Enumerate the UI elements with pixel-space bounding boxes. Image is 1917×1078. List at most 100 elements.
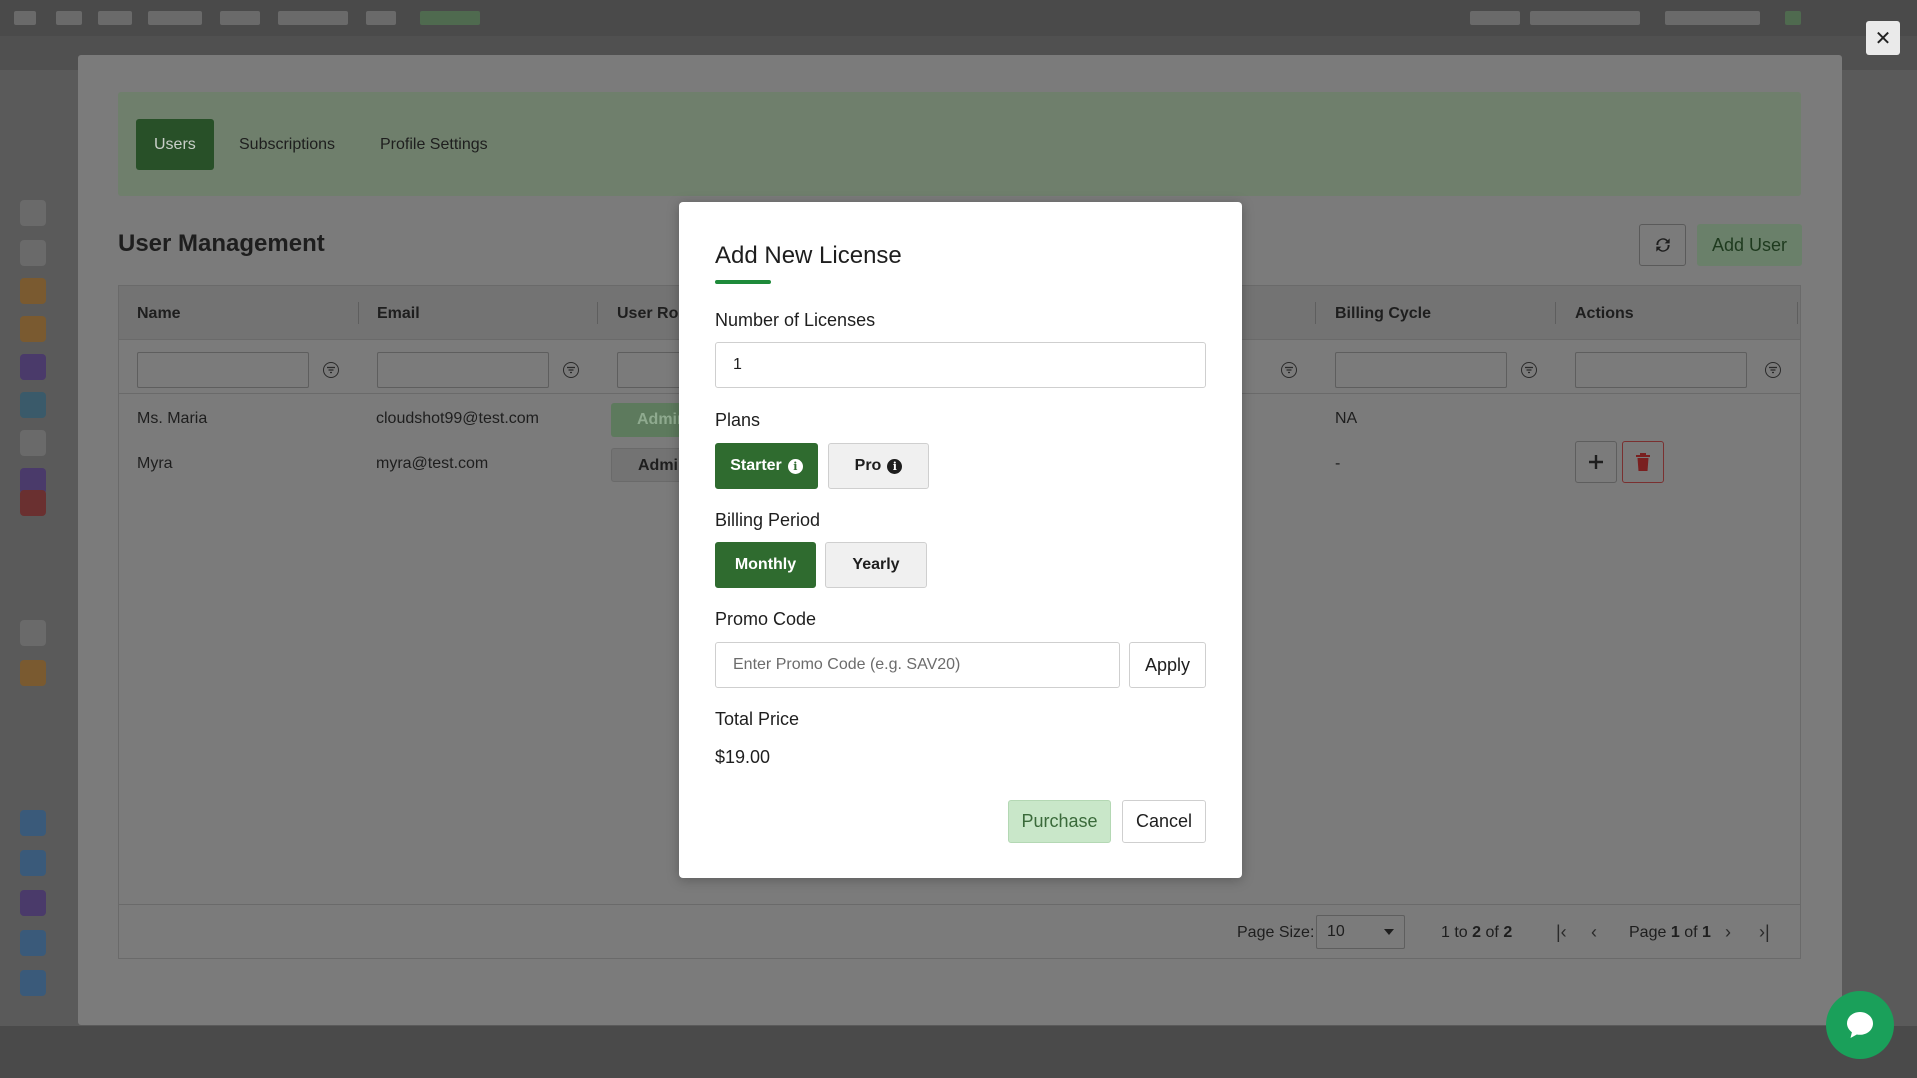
filter-icon[interactable] (1765, 362, 1781, 378)
filter-input-email[interactable] (377, 352, 549, 388)
bg-menu-item (148, 11, 202, 25)
bg-sidebar-tile (20, 316, 46, 342)
last-page-icon[interactable]: ›| (1759, 922, 1770, 943)
bg-menu-item (278, 11, 348, 25)
total-price-value: $19.00 (715, 747, 771, 767)
tab-subscriptions[interactable]: Subscriptions (221, 119, 353, 170)
column-header-actions[interactable]: Actions (1575, 305, 1634, 323)
page-title: User Management (118, 230, 325, 257)
bg-sidebar-tile (20, 660, 46, 686)
chat-bubble-icon (1847, 1012, 1873, 1038)
bg-menu-item (56, 11, 82, 25)
modal-title: Add New License (715, 242, 902, 269)
column-header-name[interactable]: Name (137, 305, 181, 323)
page-size-label: Page Size: (1237, 924, 1315, 941)
caret-down-icon (1384, 929, 1394, 935)
bg-menu-item (1785, 11, 1801, 25)
range-of: of (1485, 924, 1499, 941)
page-indicator: Page 1 of 1 (1629, 924, 1711, 942)
bg-menu-item (1665, 11, 1760, 25)
bg-menu-item (366, 11, 396, 25)
add-user-button[interactable]: Add User (1697, 224, 1802, 266)
range-total: 2 (1503, 924, 1513, 941)
bg-menu-item (1470, 11, 1520, 25)
bg-sidebar-tile (20, 392, 46, 418)
plus-icon (1589, 455, 1603, 469)
page-size-select[interactable]: 10 (1316, 915, 1405, 949)
column-separator (1555, 302, 1556, 324)
tab-users[interactable]: Users (136, 119, 214, 170)
bg-menu-item (14, 11, 36, 25)
bg-sidebar-tile (20, 490, 46, 516)
billing-yearly-button[interactable]: Yearly (825, 542, 927, 588)
plan-starter-label: Starter (730, 457, 782, 474)
page-total: 1 (1701, 924, 1711, 941)
bg-sidebar-tile (20, 970, 46, 996)
filter-icon[interactable] (563, 362, 579, 378)
plan-starter-button[interactable]: Starter i (715, 443, 818, 489)
bg-sidebar-tile (20, 890, 46, 916)
cell-email: cloudshot99@test.com (376, 410, 539, 427)
bg-sidebar-tile (20, 430, 46, 456)
plans-label: Plans (715, 410, 761, 430)
cancel-button[interactable]: Cancel (1122, 800, 1206, 843)
range-start: 1 (1441, 924, 1450, 941)
background-menubar (0, 0, 1917, 36)
column-header-email[interactable]: Email (377, 305, 420, 323)
refresh-icon (1655, 238, 1670, 252)
page-size-value: 10 (1327, 923, 1345, 940)
range-to: to (1454, 924, 1468, 941)
billing-period-label: Billing Period (715, 510, 821, 530)
filter-icon[interactable] (323, 362, 339, 378)
column-separator (358, 302, 359, 324)
column-separator (1315, 302, 1316, 324)
bg-sidebar-tile (20, 620, 46, 646)
filter-icon[interactable] (1281, 362, 1297, 378)
bg-sidebar-tile (20, 850, 46, 876)
promo-code-input[interactable] (715, 642, 1120, 688)
licenses-label: Number of Licenses (715, 310, 876, 330)
add-license-button[interactable] (1575, 441, 1617, 483)
add-license-modal: Add New License Number of Licenses Plans… (679, 202, 1242, 878)
column-header-billing-cycle[interactable]: Billing Cycle (1335, 305, 1431, 323)
chat-widget-button[interactable] (1826, 991, 1894, 1059)
bg-menu-item (420, 11, 480, 25)
column-separator (597, 302, 598, 324)
filter-input-actions[interactable] (1575, 352, 1747, 388)
grid-footer: Page Size: 10 1 to 2 of 2 |‹ ‹ Page 1 of… (119, 904, 1800, 958)
bg-menu-item (220, 11, 260, 25)
filter-icon[interactable] (1521, 362, 1537, 378)
plan-pro-label: Pro (854, 457, 882, 474)
filter-input-billing-cycle[interactable] (1335, 352, 1507, 388)
range-end: 2 (1472, 924, 1482, 941)
first-page-icon[interactable]: |‹ (1556, 922, 1567, 943)
plan-pro-button[interactable]: Pro i (828, 443, 929, 489)
previous-page-icon[interactable]: ‹ (1591, 922, 1597, 943)
page-word: Page (1629, 924, 1667, 941)
bg-sidebar-tile (20, 200, 46, 226)
bg-sidebar-tile (20, 810, 46, 836)
billing-monthly-button[interactable]: Monthly (715, 542, 816, 588)
purchase-button[interactable]: Purchase (1008, 800, 1111, 843)
filter-input-name[interactable] (137, 352, 309, 388)
next-page-icon[interactable]: › (1725, 922, 1731, 943)
info-icon[interactable]: i (887, 458, 903, 474)
licenses-input[interactable] (715, 342, 1206, 388)
info-icon[interactable]: i (787, 458, 803, 474)
tab-profile-settings[interactable]: Profile Settings (362, 119, 506, 170)
apply-promo-button[interactable]: Apply (1129, 642, 1206, 688)
refresh-button[interactable] (1639, 224, 1686, 266)
bg-sidebar-tile (20, 930, 46, 956)
bg-sidebar-tile (20, 354, 46, 380)
bg-menu-item (98, 11, 132, 25)
bg-sidebar-tile (20, 278, 46, 304)
cell-billing-cycle: - (1335, 455, 1341, 472)
delete-user-button[interactable] (1622, 441, 1664, 483)
bg-menu-item (1530, 11, 1640, 25)
cell-email: myra@test.com (376, 455, 489, 472)
column-separator (1797, 302, 1798, 324)
close-icon[interactable]: ✕ (1866, 21, 1900, 55)
promo-code-label: Promo Code (715, 609, 817, 629)
cell-name: Ms. Maria (137, 410, 208, 427)
page-of: of (1684, 924, 1698, 941)
